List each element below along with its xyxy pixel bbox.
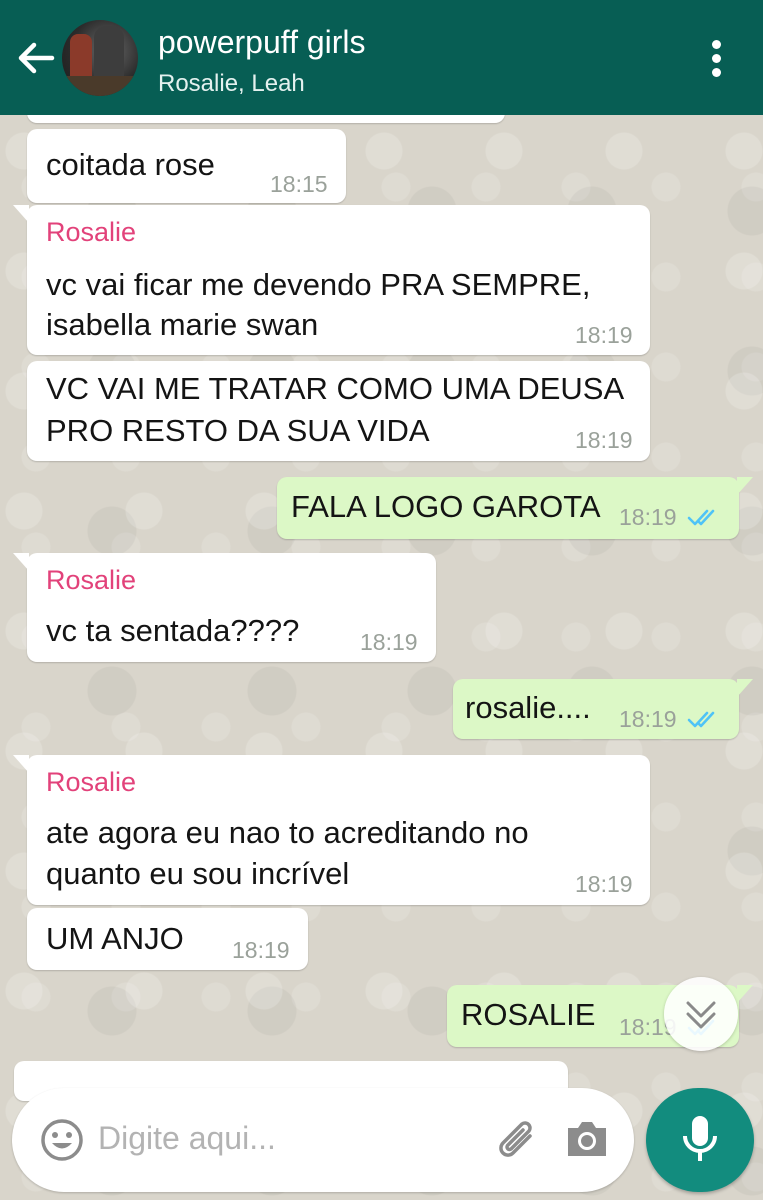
- camera-icon[interactable]: [564, 1116, 610, 1162]
- message-incoming[interactable]: coitada rose 18:15: [27, 129, 346, 203]
- chat-participants[interactable]: Rosalie, Leah: [158, 70, 305, 98]
- message-text-line: isabella marie swan: [46, 307, 319, 342]
- message-text-line: quanto eu sou incrível: [46, 856, 350, 891]
- message-time: 18:19: [232, 937, 290, 963]
- message-time: 18:19: [360, 629, 418, 655]
- double-check-icon: [687, 711, 715, 728]
- message-time: 18:19: [575, 871, 633, 897]
- double-check-icon: [687, 509, 715, 526]
- message-text-line: vc vai ficar me devendo PRA SEMPRE,: [46, 267, 591, 302]
- chat-title[interactable]: powerpuff girls: [158, 24, 366, 61]
- message-text: coitada rose: [46, 147, 215, 182]
- message-text-line: VC VAI ME TRATAR COMO UMA DEUSA: [46, 371, 625, 406]
- message-time: 18:19: [575, 427, 633, 453]
- message-text: rosalie....: [465, 690, 591, 725]
- message-outgoing[interactable]: rosalie.... 18:19: [453, 679, 753, 739]
- message-input[interactable]: Digite aqui...: [98, 1120, 276, 1157]
- mic-icon: [683, 1116, 717, 1161]
- scroll-down-icon[interactable]: [664, 977, 738, 1051]
- message-time: 18:15: [270, 171, 328, 197]
- sender-name: Rosalie: [46, 565, 137, 595]
- message-incoming[interactable]: Rosalie vc vai ficar me devendo PRA SEMP…: [13, 205, 650, 355]
- message-text-line: PRO RESTO DA SUA VIDA: [46, 413, 430, 448]
- message-input-bar[interactable]: Digite aqui...: [12, 1088, 634, 1192]
- message-incoming[interactable]: VC VAI ME TRATAR COMO UMA DEUSA PRO REST…: [27, 361, 650, 461]
- sender-name: Rosalie: [46, 767, 137, 797]
- message-text: vc ta sentada????: [46, 613, 300, 648]
- message-text-line: ate agora eu nao to acreditando no: [46, 815, 529, 850]
- message-list[interactable]: coitada rose 18:15 Rosalie vc vai ficar …: [0, 95, 763, 1200]
- message-incoming[interactable]: UM ANJO 18:19: [27, 908, 308, 970]
- emoji-icon[interactable]: [40, 1118, 84, 1162]
- message-time: 18:19: [619, 706, 677, 732]
- sender-name: Rosalie: [46, 217, 137, 247]
- message-text: UM ANJO: [46, 921, 184, 956]
- message-time: 18:19: [619, 504, 677, 530]
- message-time: 18:19: [575, 322, 633, 348]
- chat-header: powerpuff girls Rosalie, Leah: [0, 0, 763, 115]
- message-incoming[interactable]: Rosalie vc ta sentada???? 18:19: [13, 553, 436, 662]
- group-avatar[interactable]: [62, 20, 138, 96]
- attach-icon[interactable]: [494, 1116, 544, 1166]
- message-outgoing[interactable]: FALA LOGO GAROTA 18:19: [277, 477, 753, 539]
- more-vert-icon[interactable]: [700, 36, 734, 80]
- mic-button[interactable]: [646, 1088, 754, 1192]
- message-text: ROSALIE: [461, 997, 596, 1032]
- back-arrow-icon[interactable]: [14, 36, 58, 80]
- message-text: FALA LOGO GAROTA: [291, 489, 601, 524]
- message-incoming[interactable]: Rosalie ate agora eu nao to acreditando …: [13, 755, 650, 905]
